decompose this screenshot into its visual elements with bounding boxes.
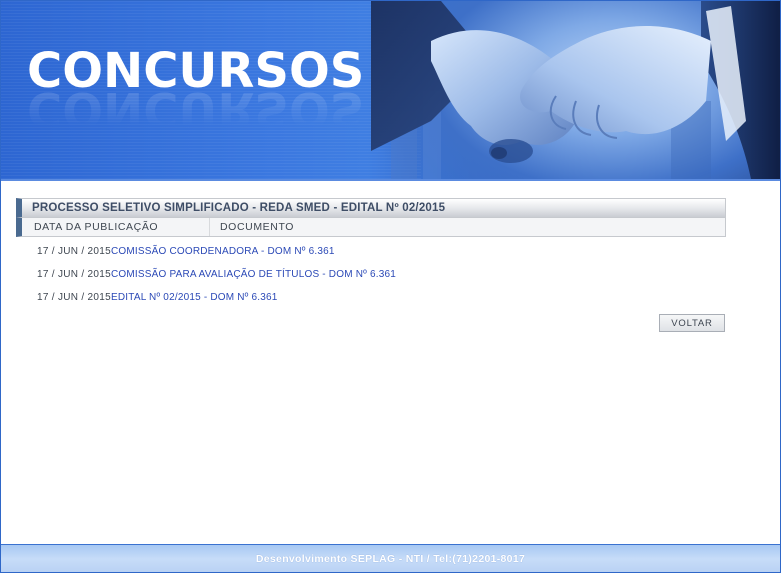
page-frame: CONCURSOS CONCURSOS PROCESSO SELETIVO SI…	[0, 0, 781, 573]
document-date: 17 / JUN / 2015	[37, 268, 111, 280]
process-panel: PROCESSO SELETIVO SIMPLIFICADO - REDA SM…	[16, 198, 726, 237]
column-header-row: DATA DA PUBLICAÇÃO DOCUMENTO	[16, 218, 726, 237]
document-link[interactable]: COMISSÃO COORDENADORA - DOM Nº 6.361	[111, 246, 335, 257]
banner-title-reflection: CONCURSOS	[27, 81, 365, 137]
document-link[interactable]: COMISSÃO PARA AVALIAÇÃO DE TÍTULOS - DOM…	[111, 269, 396, 280]
column-header-date: DATA DA PUBLICAÇÃO	[22, 218, 210, 236]
footer-bar: Desenvolvimento SEPLAG - NTI / Tel:(71)2…	[1, 544, 780, 572]
document-row: 17 / JUN / 2015 COMISSÃO COORDENADORA - …	[37, 244, 335, 258]
document-row: 17 / JUN / 2015 EDITAL Nº 02/2015 - DOM …	[37, 290, 278, 304]
back-button[interactable]: VOLTAR	[659, 314, 725, 332]
handshake-photo-icon	[371, 1, 780, 179]
document-date: 17 / JUN / 2015	[37, 291, 111, 303]
document-row: 17 / JUN / 2015 COMISSÃO PARA AVALIAÇÃO …	[37, 267, 396, 281]
document-date: 17 / JUN / 2015	[37, 245, 111, 257]
column-header-document: DOCUMENTO	[220, 221, 295, 233]
panel-title: PROCESSO SELETIVO SIMPLIFICADO - REDA SM…	[32, 202, 446, 214]
footer-credits: Desenvolvimento SEPLAG - NTI / Tel:(71)2…	[255, 553, 526, 565]
panel-header: PROCESSO SELETIVO SIMPLIFICADO - REDA SM…	[16, 198, 726, 218]
document-link[interactable]: EDITAL Nº 02/2015 - DOM Nº 6.361	[111, 292, 278, 303]
header-banner: CONCURSOS CONCURSOS	[1, 1, 780, 181]
